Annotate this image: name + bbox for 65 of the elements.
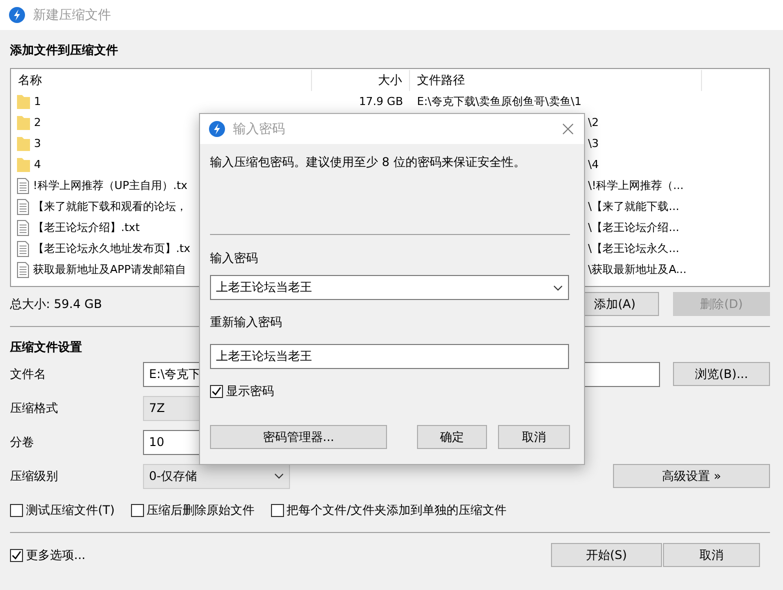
text-file-icon	[17, 240, 29, 256]
advanced-settings-button[interactable]: 高级设置 »	[613, 464, 770, 488]
field-label: 重新输入密码	[210, 314, 283, 330]
file-name: 【来了就能下载和观看的论坛，	[33, 199, 187, 214]
field-label: 输入密码	[210, 250, 259, 266]
field-label: 压缩级别	[10, 468, 59, 484]
password-manager-button[interactable]: 密码管理器...	[210, 425, 387, 449]
file-name: 获取最新地址及APP请发邮箱自	[33, 262, 186, 277]
total-size: 总大小: 59.4 GB	[10, 296, 102, 312]
field-label: 分卷	[10, 434, 35, 450]
file-name: !科学上网推荐（UP主自用）.tx	[33, 178, 188, 193]
file-name: 1	[34, 95, 41, 108]
file-path: \4	[588, 158, 599, 171]
text-file-icon	[17, 262, 29, 278]
checkbox[interactable]: 测试压缩文件(T)	[10, 502, 115, 518]
checkbox[interactable]: 把每个文件/文件夹添加到单独的压缩文件	[270, 502, 507, 518]
file-path: \获取最新地址及A...	[588, 262, 687, 277]
confirm-password-field[interactable]: 上老王论坛当老王	[210, 344, 569, 369]
cancel-button[interactable]: 取消	[663, 543, 760, 567]
checkmark-icon	[11, 550, 22, 560]
file-path: E:\夸克下载\卖鱼原创鱼哥\卖鱼\1	[417, 94, 582, 109]
close-icon[interactable]	[562, 123, 574, 135]
column-header[interactable]: 名称	[11, 70, 312, 91]
file-name: 【老王论坛介绍】.txt	[33, 220, 140, 235]
cancel-button[interactable]: 取消	[498, 425, 570, 449]
file-path: \3	[588, 137, 599, 150]
browse-button[interactable]: 浏览(B)...	[673, 362, 770, 386]
checkbox[interactable]: 压缩后删除原始文件	[130, 502, 255, 518]
column-header[interactable]: 大小	[312, 70, 410, 91]
dialog-message: 输入压缩包密码。建议使用至少 8 位的密码来保证安全性。	[210, 154, 526, 170]
checkbox[interactable]: 显示密码	[210, 383, 570, 400]
checkmark-icon	[211, 386, 222, 397]
level-dropdown[interactable]: 0-仅存储	[143, 464, 290, 488]
checkbox[interactable]: 更多选项...	[10, 546, 86, 564]
file-name: 2	[34, 116, 41, 129]
folder-icon	[17, 136, 30, 152]
file-path: \2	[588, 116, 599, 129]
folder-icon	[17, 94, 30, 110]
file-name: 3	[34, 137, 41, 150]
start-button[interactable]: 开始(S)	[551, 543, 662, 567]
section-heading: 添加文件到压缩文件	[10, 42, 118, 58]
field-label: 文件名	[10, 366, 47, 382]
text-file-icon	[17, 198, 29, 214]
file-name: 4	[34, 158, 41, 171]
file-size: 17.9 GB	[358, 95, 404, 108]
file-path: \【老王论坛介绍...	[588, 220, 680, 235]
text-file-icon	[17, 178, 29, 194]
window-title: 新建压缩文件	[33, 7, 111, 24]
file-path: \!科学上网推荐（...	[588, 178, 684, 193]
dialog-title: 输入密码	[233, 121, 285, 138]
field-label: 压缩格式	[10, 400, 59, 416]
file-path: \【来了就能下载...	[588, 199, 680, 214]
section-heading: 压缩文件设置	[10, 338, 82, 356]
folder-icon	[17, 156, 30, 172]
caret-icon	[553, 284, 563, 290]
folder-icon	[17, 114, 30, 130]
app-logo-icon	[9, 7, 25, 23]
ok-button[interactable]: 确定	[417, 425, 487, 449]
caret-icon	[274, 473, 284, 479]
text-file-icon	[17, 220, 29, 236]
column-header[interactable]: 文件路径	[410, 70, 702, 91]
file-name: 【老王论坛永久地址发布页】.tx	[33, 241, 190, 256]
password-combobox[interactable]: 上老王论坛当老王	[210, 275, 569, 300]
file-path: \【老王论坛永久...	[588, 241, 680, 256]
app-logo-icon	[209, 121, 225, 137]
